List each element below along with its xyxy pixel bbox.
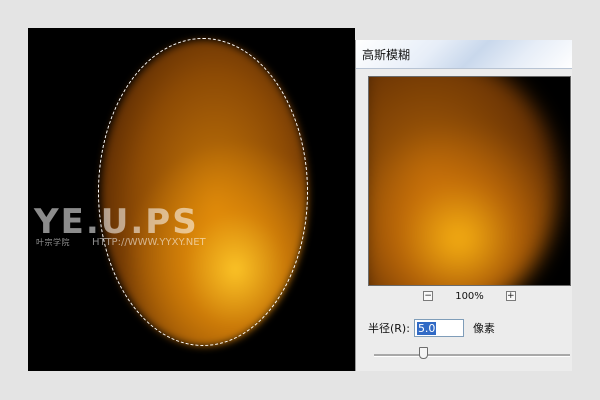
radius-input[interactable]: 5.0 [413,319,464,337]
elliptical-selection-marquee[interactable] [98,38,308,346]
radius-slider-track[interactable] [374,354,570,357]
filter-preview[interactable] [368,76,571,286]
radius-row: 半径(R): 5.0 像素 [368,319,495,337]
document-canvas[interactable]: YE.U.PS 叶宗学院 HTTP://WWW.YYXY.NET [28,28,355,371]
radius-slider-thumb[interactable] [418,347,428,359]
gaussian-blur-dialog: 高斯模糊 − 100% + 半径(R): 5.0 像素 [355,40,572,371]
zoom-in-icon: + [507,290,515,301]
dialog-title: 高斯模糊 [362,47,411,62]
preview-image [369,77,559,285]
dialog-titlebar[interactable]: 高斯模糊 [356,40,572,69]
radius-value: 5.0 [416,321,437,335]
zoom-controls: − 100% + [368,289,571,303]
radius-unit: 像素 [472,322,495,335]
zoom-in-button[interactable]: + [505,290,516,301]
radius-label: 半径(R): [368,322,410,335]
zoom-out-button[interactable]: − [423,290,434,301]
zoom-out-icon: − [424,290,432,301]
zoom-level: 100% [455,290,484,302]
